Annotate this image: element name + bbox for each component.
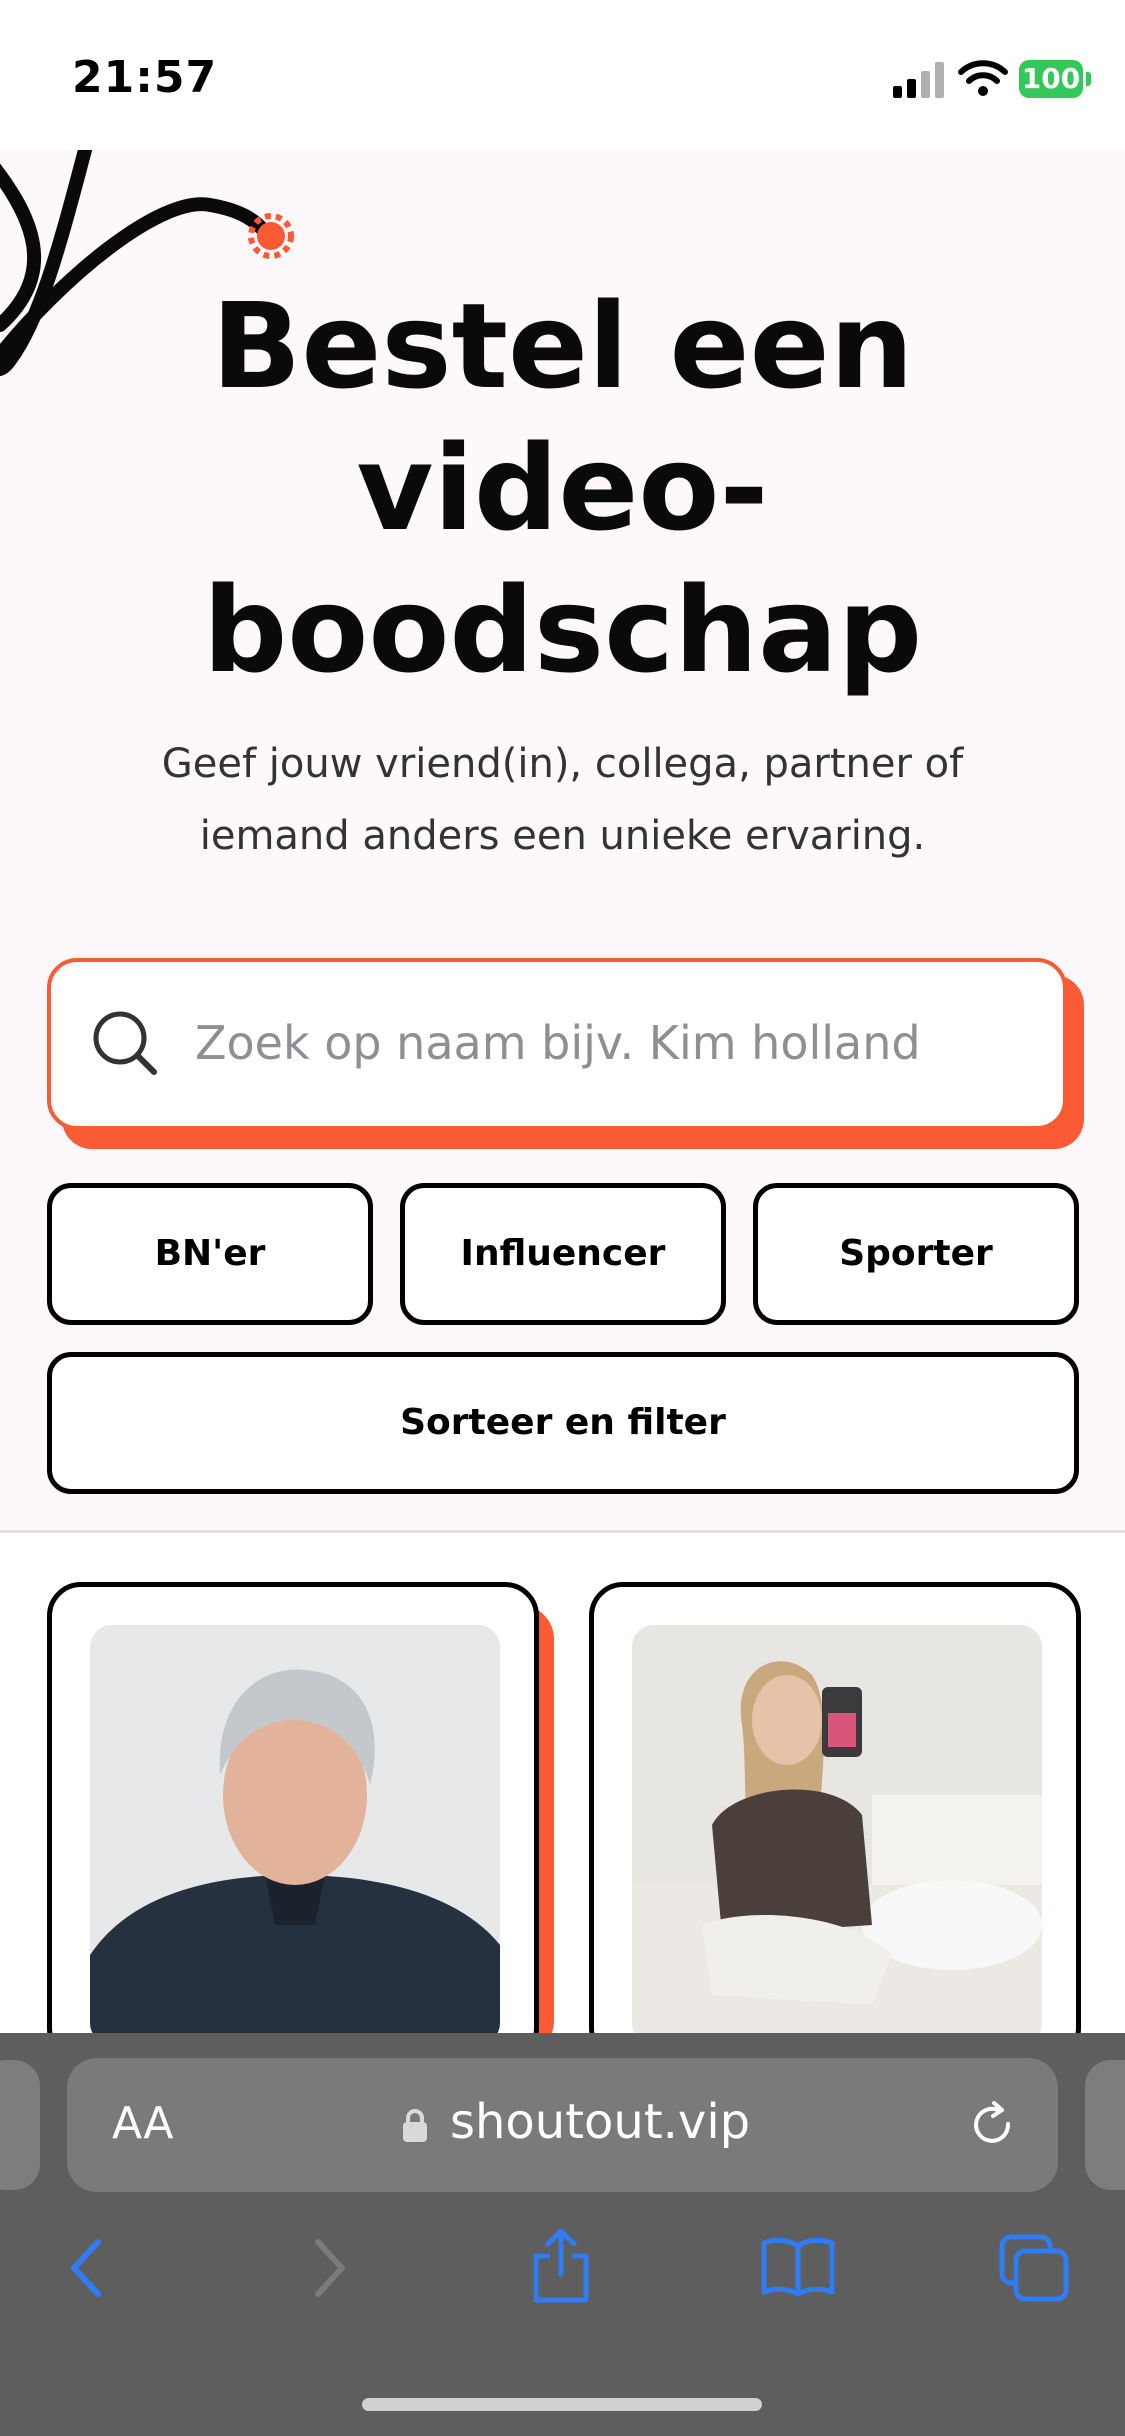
lock-icon xyxy=(403,2109,427,2142)
home-indicator xyxy=(362,2398,762,2411)
talent-card[interactable] xyxy=(589,1582,1081,2062)
battery-level: 100 xyxy=(1021,62,1081,95)
sort-filter-label: Sorteer en filter xyxy=(400,1402,726,1443)
signal-icon xyxy=(893,62,944,98)
battery-icon: 100 xyxy=(1019,60,1093,100)
filter-chip-label: Sporter xyxy=(839,1233,993,1274)
sort-filter-button[interactable]: Sorteer en filter xyxy=(47,1352,1079,1494)
search-placeholder: Zoek op naam bijv. Kim holland xyxy=(195,1016,921,1070)
filter-chip-sporter[interactable]: Sporter xyxy=(753,1183,1079,1325)
filter-chip-label: Influencer xyxy=(460,1233,666,1274)
share-icon[interactable] xyxy=(528,2226,594,2306)
wifi-icon xyxy=(958,60,1008,96)
page-subtitle-line: Geef jouw vriend(in), collega, partner o… xyxy=(161,741,964,787)
status-time: 21:57 xyxy=(72,52,218,103)
status-bar: 21:57 100 xyxy=(0,0,1125,150)
filter-chip-influencer[interactable]: Influencer xyxy=(400,1183,726,1325)
page-title-line: video- xyxy=(356,419,769,557)
talent-photo xyxy=(90,1625,500,2045)
page-subtitle-line: iemand anders een unieke ervaring. xyxy=(199,813,926,859)
back-icon[interactable] xyxy=(66,2236,106,2300)
forward-icon[interactable] xyxy=(310,2236,350,2300)
page-title: Bestel een video- boodschap xyxy=(80,275,1045,701)
previous-tab-preview[interactable] xyxy=(0,2060,40,2190)
text-size-button[interactable]: AA xyxy=(112,2098,173,2149)
filter-chip-bner[interactable]: BN'er xyxy=(47,1183,373,1325)
search-icon xyxy=(93,1011,157,1075)
talent-photo xyxy=(632,1625,1042,2045)
reload-icon[interactable] xyxy=(968,2100,1018,2150)
page-title-line: boodschap xyxy=(202,561,923,699)
page-subtitle: Geef jouw vriend(in), collega, partner o… xyxy=(120,728,1005,872)
tabs-icon[interactable] xyxy=(998,2233,1070,2303)
next-tab-preview[interactable] xyxy=(1085,2060,1125,2190)
bookmarks-icon[interactable] xyxy=(760,2236,836,2298)
url-text: shoutout.vip xyxy=(450,2094,751,2150)
talent-card[interactable] xyxy=(47,1582,539,2062)
filter-chip-label: BN'er xyxy=(154,1233,266,1274)
page-title-line: Bestel een xyxy=(211,277,914,415)
